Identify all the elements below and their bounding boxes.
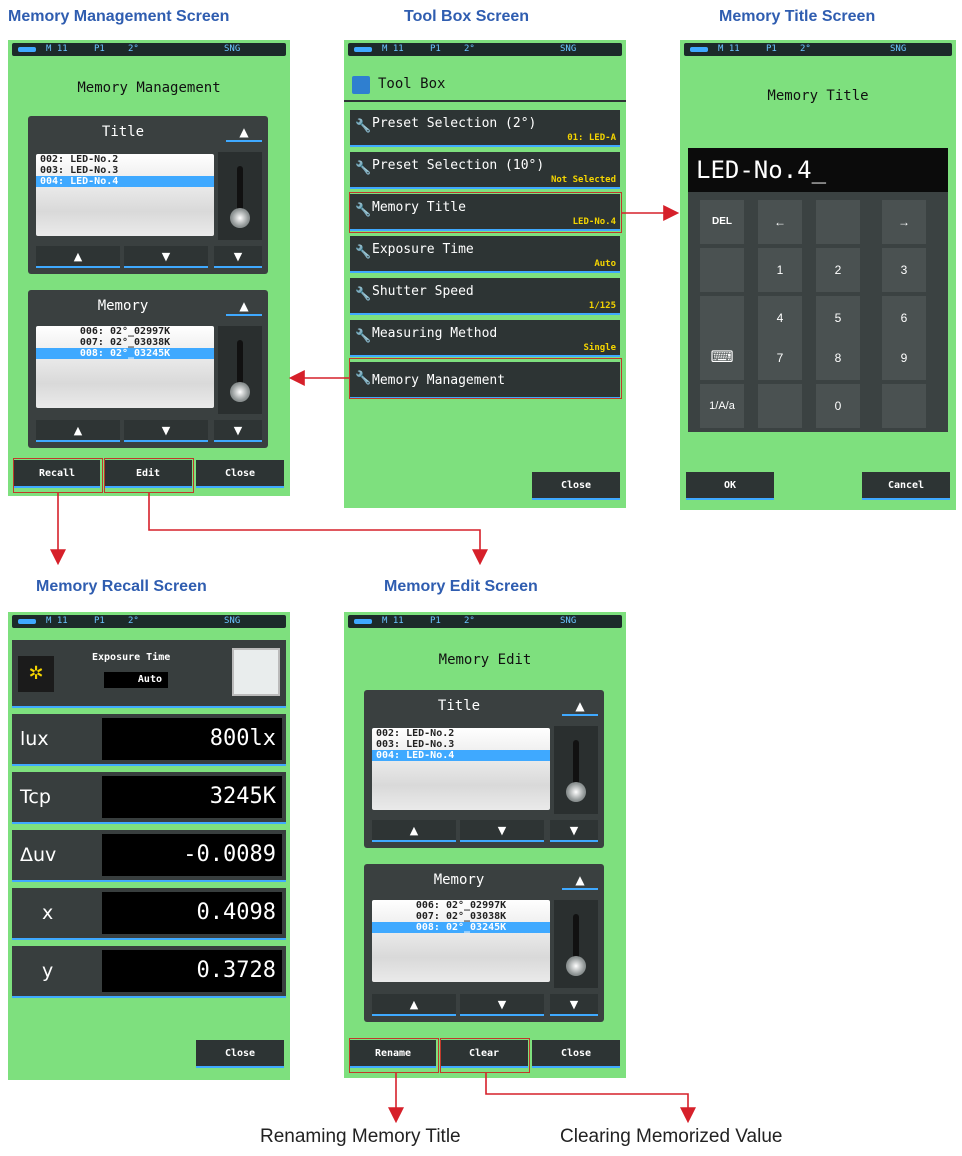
flow-arrows <box>50 205 696 1124</box>
arrow-to-edit <box>148 493 488 566</box>
arrow-to-clear-note <box>485 1073 696 1124</box>
